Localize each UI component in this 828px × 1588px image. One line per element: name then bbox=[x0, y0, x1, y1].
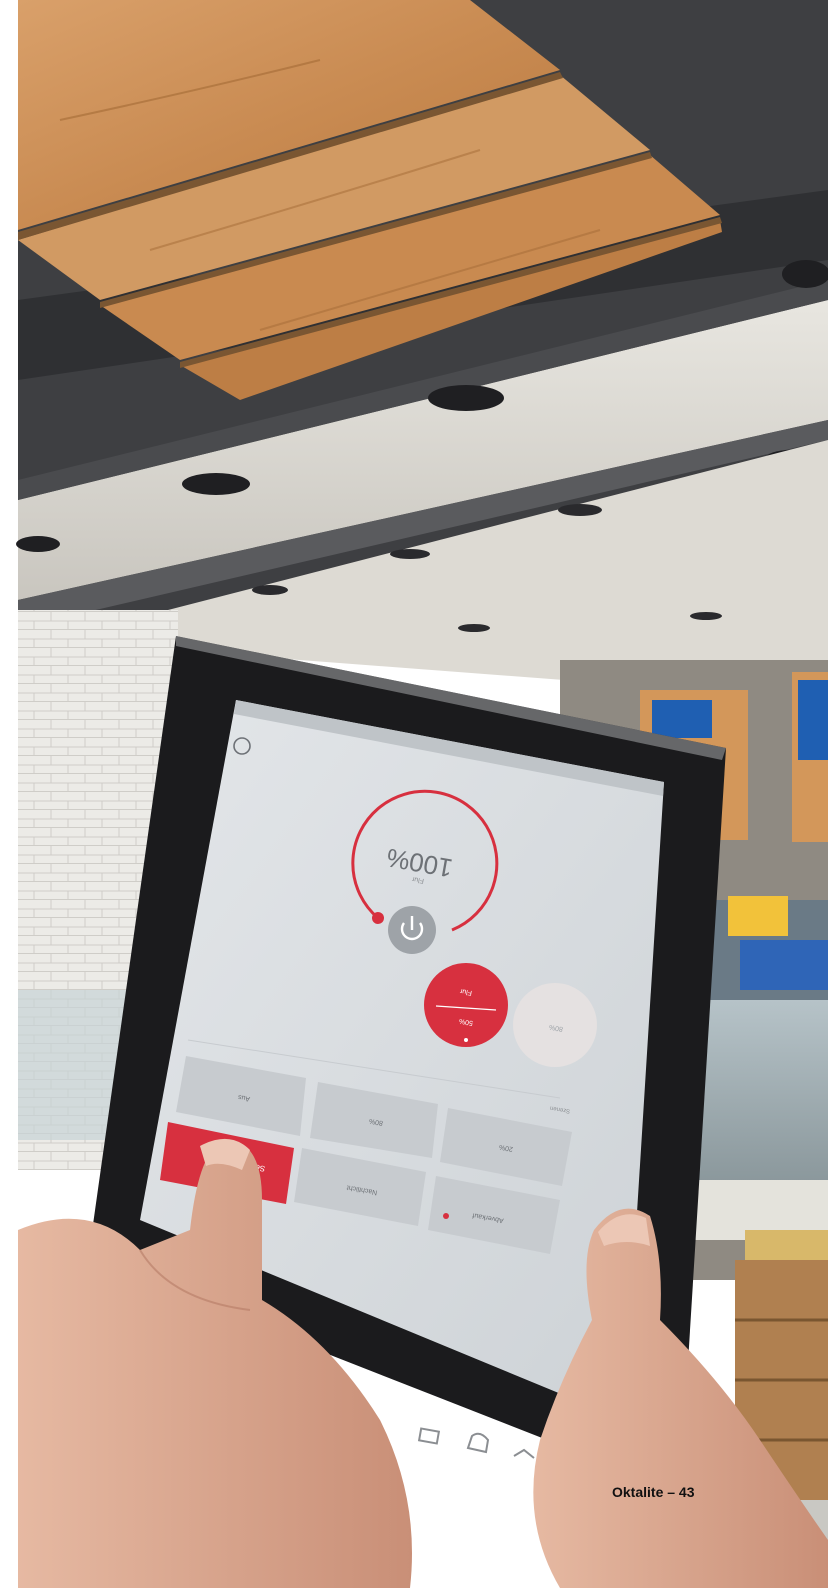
recent-apps-icon[interactable] bbox=[417, 1427, 441, 1445]
store-photo: 100% Flur Flur 50% 80% Szenen Aus 80% 20… bbox=[0, 0, 828, 1588]
home-icon[interactable] bbox=[466, 1432, 490, 1454]
scene-circle-active[interactable] bbox=[424, 963, 508, 1047]
page-footer: Oktalite – 43 bbox=[612, 1484, 695, 1500]
back-icon[interactable] bbox=[513, 1448, 535, 1459]
